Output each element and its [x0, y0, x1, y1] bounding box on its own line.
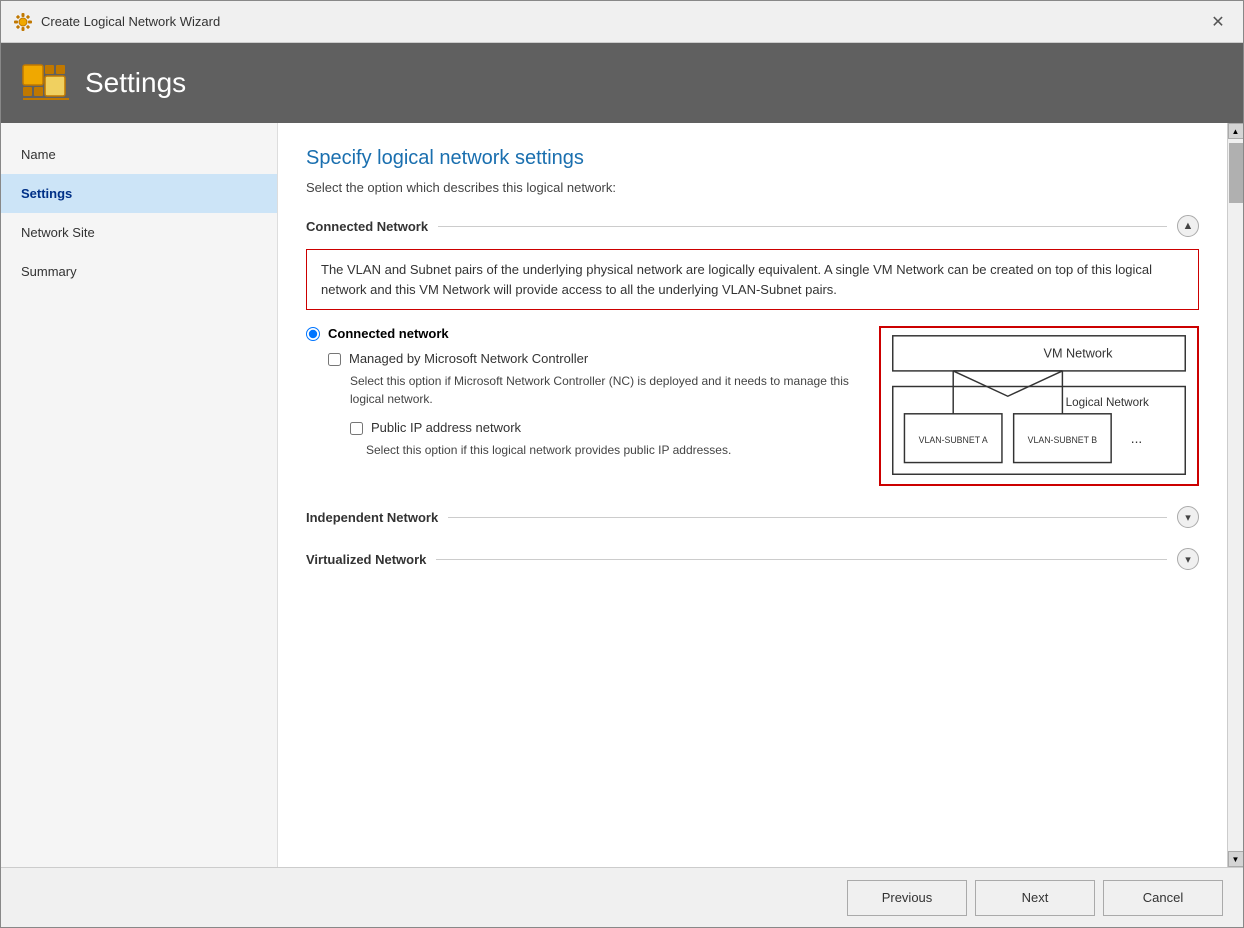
- header-title: Settings: [85, 67, 186, 99]
- checkbox-public-ip-row: Public IP address network: [350, 420, 863, 435]
- checkbox-managed-label: Managed by Microsoft Network Controller: [349, 351, 588, 366]
- virtualized-network-toggle[interactable]: ▾: [1177, 548, 1199, 570]
- sidebar: Name Settings Network Site Summary: [1, 123, 278, 867]
- independent-network-section: Independent Network ▾: [306, 506, 1199, 528]
- radio-connected-network[interactable]: Connected network: [306, 326, 863, 341]
- virtualized-network-header: Virtualized Network ▾: [306, 548, 1199, 570]
- independent-network-divider: [448, 517, 1167, 518]
- connected-network-content: Connected network Managed by Microsoft N…: [306, 326, 1199, 486]
- checkbox-managed-desc: Select this option if Microsoft Network …: [350, 374, 849, 406]
- independent-network-toggle[interactable]: ▾: [1177, 506, 1199, 528]
- radio-connected-input[interactable]: [306, 327, 320, 341]
- connected-network-section: Connected Network ▲ The VLAN and Subnet …: [306, 215, 1199, 486]
- content-title: Specify logical network settings: [306, 147, 1199, 170]
- sidebar-item-summary[interactable]: Summary: [1, 252, 277, 291]
- subnet-b-label: VLAN-SUBNET B: [1028, 435, 1098, 445]
- dialog-window: Create Logical Network Wizard ✕ Settings…: [0, 0, 1244, 928]
- subnet-a-label: VLAN-SUBNET A: [919, 435, 988, 445]
- independent-network-title: Independent Network: [306, 510, 438, 525]
- connected-network-toggle[interactable]: ▲: [1177, 215, 1199, 237]
- checkbox-managed-nc[interactable]: [328, 353, 341, 366]
- cancel-button[interactable]: Cancel: [1103, 880, 1223, 916]
- scrollbar-track: ▲ ▼: [1227, 123, 1243, 867]
- previous-button[interactable]: Previous: [847, 880, 967, 916]
- content-subtitle: Select the option which describes this l…: [306, 180, 1199, 195]
- scrollbar-thumb[interactable]: [1229, 143, 1243, 203]
- checkbox-public-ip[interactable]: [350, 422, 363, 435]
- virtualized-network-divider: [436, 559, 1167, 560]
- connected-network-divider: [438, 226, 1167, 227]
- connected-network-description: The VLAN and Subnet pairs of the underly…: [306, 249, 1199, 310]
- connected-network-header: Connected Network ▲: [306, 215, 1199, 237]
- scrollbar-down-button[interactable]: ▼: [1228, 851, 1244, 867]
- virtualized-network-section: Virtualized Network ▾: [306, 548, 1199, 570]
- settings-icon: [21, 59, 69, 107]
- main-area: Name Settings Network Site Summary Speci…: [1, 123, 1243, 867]
- content-area: Specify logical network settings Select …: [278, 123, 1227, 867]
- scrollbar-up-button[interactable]: ▲: [1228, 123, 1244, 139]
- header-band: Settings: [1, 43, 1243, 123]
- close-button[interactable]: ✕: [1205, 9, 1231, 35]
- virtualized-network-title: Virtualized Network: [306, 552, 426, 567]
- diagram-svg: VM Network Logical Network VLAN-SUBNET A…: [881, 328, 1197, 484]
- vm-network-label: VM Network: [1044, 346, 1114, 360]
- footer: Previous Next Cancel: [1, 867, 1243, 927]
- checkbox-managed-row: Managed by Microsoft Network Controller: [328, 351, 863, 366]
- next-button[interactable]: Next: [975, 880, 1095, 916]
- title-bar: Create Logical Network Wizard ✕: [1, 1, 1243, 43]
- sidebar-item-network-site[interactable]: Network Site: [1, 213, 277, 252]
- connected-network-title: Connected Network: [306, 219, 428, 234]
- independent-network-header: Independent Network ▾: [306, 506, 1199, 528]
- sidebar-item-settings[interactable]: Settings: [1, 174, 277, 213]
- window-title: Create Logical Network Wizard: [41, 14, 220, 29]
- checkbox-public-ip-desc: Select this option if this logical netwo…: [366, 443, 731, 457]
- sidebar-item-name[interactable]: Name: [1, 135, 277, 174]
- radio-connected-label[interactable]: Connected network: [328, 326, 449, 341]
- ellipsis-label: ...: [1131, 431, 1142, 446]
- network-diagram: VM Network Logical Network VLAN-SUBNET A…: [879, 326, 1199, 486]
- checkbox-public-ip-label: Public IP address network: [371, 420, 521, 435]
- connected-network-left: Connected network Managed by Microsoft N…: [306, 326, 863, 459]
- logical-network-label: Logical Network: [1066, 396, 1149, 409]
- title-bar-left: Create Logical Network Wizard: [13, 12, 220, 32]
- wizard-icon: [13, 12, 33, 32]
